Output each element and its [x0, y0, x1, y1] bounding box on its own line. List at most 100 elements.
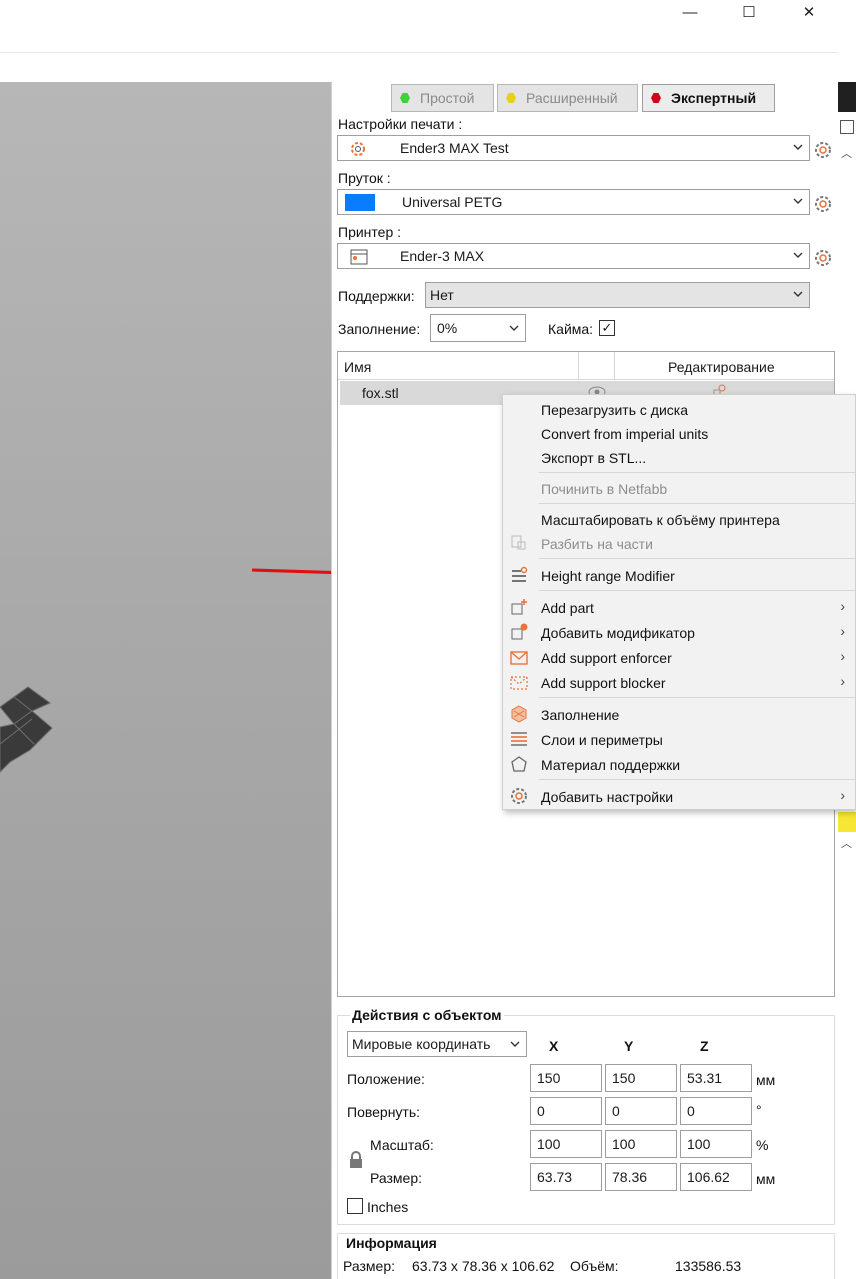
bed-tiles	[0, 686, 53, 773]
layers-icon	[511, 732, 527, 746]
minimize-button[interactable]: —	[670, 0, 710, 24]
dark-toolbar-block	[838, 82, 856, 112]
position-y-input[interactable]: 150	[605, 1064, 677, 1092]
chevron-down-icon	[793, 252, 803, 258]
position-label: Положение:	[347, 1071, 425, 1087]
rotate-y-input[interactable]: 0	[605, 1097, 677, 1125]
coord-system-select[interactable]: Мировые координать	[347, 1031, 527, 1057]
axis-z-label: Z	[700, 1038, 709, 1054]
menu-infill[interactable]: Заполнение	[503, 702, 856, 727]
support-blocker-icon	[510, 676, 528, 690]
3d-viewport[interactable]	[0, 82, 331, 1279]
mode-expert-label: Экспертный	[671, 90, 757, 106]
size-unit: мм	[756, 1171, 776, 1187]
cog-icon	[351, 142, 365, 156]
add-part-icon	[511, 599, 527, 615]
menu-split-parts[interactable]: Разбить на части	[503, 531, 856, 556]
position-x-input[interactable]: 150	[530, 1064, 602, 1092]
menu-support-material[interactable]: Материал поддержки	[503, 752, 856, 777]
infill-value: 0%	[437, 320, 458, 336]
infill-icon	[511, 705, 527, 723]
close-button[interactable]: ✕	[789, 0, 829, 24]
supports-select[interactable]: Нет	[425, 282, 810, 308]
submenu-arrow-icon: ›	[840, 648, 845, 664]
info-title: Информация	[346, 1235, 437, 1251]
filament-label: Пруток :	[338, 170, 391, 186]
object-name: fox.stl	[362, 385, 399, 401]
support-material-icon	[511, 756, 527, 772]
axis-x-label: X	[549, 1038, 559, 1054]
lock-icon[interactable]	[348, 1151, 364, 1169]
printer-select[interactable]: Ender-3 MAX	[337, 243, 810, 269]
add-modifier-icon	[511, 623, 528, 640]
menu-export-stl[interactable]: Экспорт в STL...	[503, 445, 856, 470]
menu-add-part[interactable]: Add part ›	[503, 595, 856, 620]
mode-advanced-button[interactable]: Расширенный	[497, 84, 638, 112]
brim-label: Кайма:	[548, 321, 594, 337]
infill-label: Заполнение:	[338, 321, 421, 337]
filament-select[interactable]: Universal PETG	[337, 189, 810, 215]
size-label: Размер:	[370, 1170, 423, 1186]
brim-checkbox[interactable]: ✓	[599, 320, 615, 336]
size-z-input[interactable]: 106.62	[680, 1163, 752, 1191]
printer-value: Ender-3 MAX	[400, 248, 485, 264]
menu-add-modifier[interactable]: Добавить модификатор ›	[503, 620, 856, 645]
printer-gear-icon[interactable]	[814, 249, 832, 267]
scale-label: Масштаб:	[370, 1137, 434, 1153]
scale-unit: %	[756, 1137, 769, 1153]
position-z-input[interactable]: 53.31	[680, 1064, 752, 1092]
infill-select[interactable]: 0%	[430, 314, 526, 342]
layout-icon[interactable]	[840, 120, 854, 134]
print-settings-select[interactable]: Ender3 MAX Test	[337, 135, 810, 161]
submenu-arrow-icon: ›	[840, 787, 845, 803]
mode-expert-button[interactable]: Экспертный	[642, 84, 775, 112]
scale-y-input[interactable]: 100	[605, 1130, 677, 1158]
menu-scale-to-volume[interactable]: Масштабировать к объёму принтера	[503, 507, 856, 532]
chevron-down-icon	[510, 1041, 520, 1047]
menu-height-range-modifier[interactable]: Height range Modifier	[503, 563, 856, 588]
menu-layers-perimeters[interactable]: Слои и периметры	[503, 727, 856, 752]
scroll-up-icon-2[interactable]: ︿	[841, 835, 852, 851]
rotate-z-input[interactable]: 0	[680, 1097, 752, 1125]
mode-simple-button[interactable]: Простой	[391, 84, 494, 112]
scale-z-input[interactable]: 100	[680, 1130, 752, 1158]
yellow-hex-icon	[506, 93, 516, 103]
menu-add-support-blocker[interactable]: Add support blocker ›	[503, 670, 856, 695]
size-x-input[interactable]: 63.73	[530, 1163, 602, 1191]
menu-add-support-enforcer[interactable]: Add support enforcer ›	[503, 645, 856, 670]
scroll-up-icon[interactable]: ︿	[841, 145, 852, 161]
height-range-icon	[512, 566, 528, 582]
info-volume-label: Объём:	[570, 1258, 619, 1274]
menu-add-settings[interactable]: Добавить настройки ›	[503, 784, 856, 809]
menu-convert-imperial[interactable]: Convert from imperial units	[503, 421, 856, 446]
filament-gear-icon[interactable]	[814, 195, 832, 213]
submenu-arrow-icon: ›	[840, 673, 845, 689]
title-bar: — ☐ ✕	[0, 0, 838, 52]
split-parts-icon	[511, 535, 526, 550]
rotate-label: Повернуть:	[347, 1104, 421, 1120]
info-volume-value: 133586.53	[675, 1258, 742, 1274]
filament-value: Universal PETG	[402, 194, 503, 210]
info-size-value: 63.73 x 78.36 x 106.62	[412, 1258, 555, 1274]
object-actions-title: Действия с объектом	[350, 1007, 504, 1023]
mode-simple-label: Простой	[420, 90, 475, 106]
submenu-arrow-icon: ›	[840, 623, 845, 639]
print-settings-label: Настройки печати :	[338, 116, 463, 132]
printer-label: Принтер :	[338, 224, 402, 240]
chevron-down-icon	[793, 144, 803, 150]
size-y-input[interactable]: 78.36	[605, 1163, 677, 1191]
settings-gear-icon	[511, 788, 527, 804]
print-settings-value: Ender3 MAX Test	[400, 140, 509, 156]
inches-checkbox[interactable]	[347, 1198, 363, 1214]
menu-reload-from-disk[interactable]: Перезагрузить с диска	[503, 397, 856, 422]
filament-color-swatch	[345, 194, 375, 211]
print-settings-gear-icon[interactable]	[814, 141, 832, 159]
context-menu: Перезагрузить с диска Convert from imper…	[502, 394, 856, 810]
chevron-down-icon	[793, 291, 803, 297]
yellow-marker	[838, 812, 856, 832]
rotate-x-input[interactable]: 0	[530, 1097, 602, 1125]
menu-fix-netfabb[interactable]: Починить в Netfabb	[503, 476, 856, 501]
scale-x-input[interactable]: 100	[530, 1130, 602, 1158]
object-list-header: Имя Редактирование	[338, 352, 834, 380]
maximize-button[interactable]: ☐	[729, 0, 769, 24]
